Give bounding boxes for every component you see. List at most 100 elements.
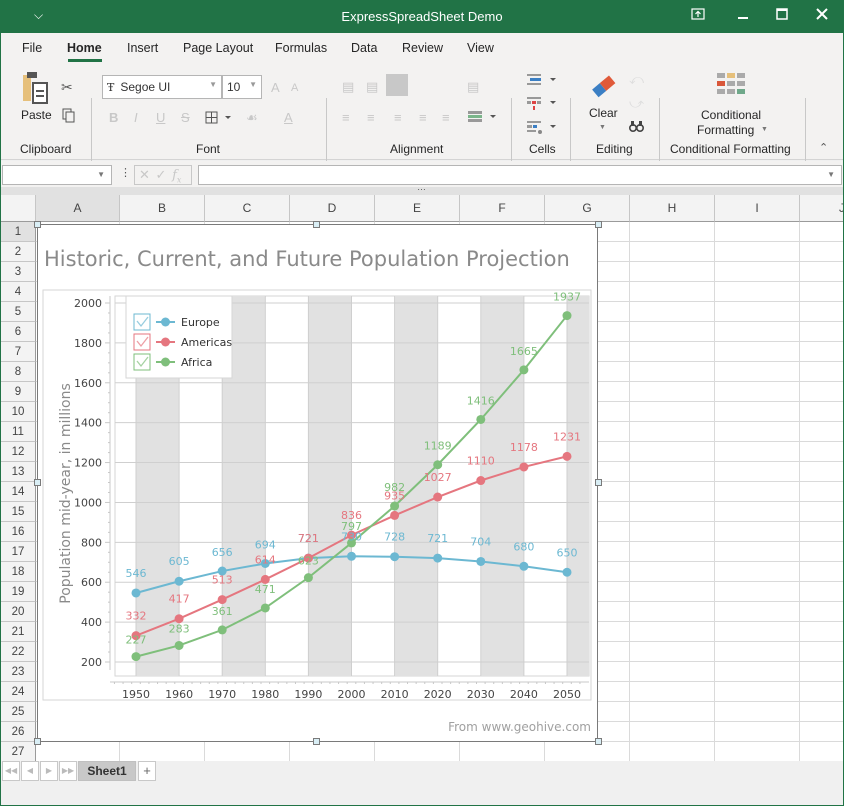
prev-sheet-icon[interactable]: ◀ <box>21 761 39 781</box>
data-point-africa <box>217 625 227 635</box>
row-header-9[interactable]: 9 <box>1 382 36 402</box>
data-label-africa: 797 <box>341 520 362 533</box>
add-sheet-button[interactable]: + <box>138 761 156 781</box>
select-all-corner[interactable] <box>1 195 36 222</box>
row-header-2[interactable]: 2 <box>1 242 36 262</box>
data-label-africa: 623 <box>298 555 319 568</box>
resize-handle-bottom[interactable] <box>313 738 320 745</box>
chevron-down-icon: ▼ <box>249 80 257 89</box>
x-tick-label: 2020 <box>424 688 452 701</box>
row-header-20[interactable]: 20 <box>1 602 36 622</box>
row-header-27[interactable]: 27 <box>1 742 36 761</box>
row-header-13[interactable]: 13 <box>1 462 36 482</box>
data-label-europe: 694 <box>255 538 276 551</box>
row-header-14[interactable]: 14 <box>1 482 36 502</box>
row-header-11[interactable]: 11 <box>1 422 36 442</box>
minimize-icon[interactable] <box>733 6 753 26</box>
resize-handle-top-left[interactable] <box>34 221 41 228</box>
decrease-indent-icon: ≡ <box>419 110 427 125</box>
column-header-d[interactable]: D <box>290 195 375 222</box>
legend-label-americas: Americas <box>181 336 232 349</box>
italic-icon: I <box>134 110 138 125</box>
row-header-26[interactable]: 26 <box>1 722 36 742</box>
format-cells-icon[interactable] <box>527 121 557 140</box>
font-name-combo[interactable]: Ŧ Segoe UI ▼ <box>102 75 222 99</box>
resize-handle-left[interactable] <box>34 479 41 486</box>
data-point-americas <box>476 476 486 486</box>
maximize-icon[interactable] <box>772 6 792 26</box>
last-sheet-icon[interactable]: ▶▶ <box>59 761 77 781</box>
row-header-7[interactable]: 7 <box>1 342 36 362</box>
resize-handle-top[interactable] <box>313 221 320 228</box>
row-header-6[interactable]: 6 <box>1 322 36 342</box>
column-header-g[interactable]: G <box>545 195 630 222</box>
row-header-22[interactable]: 22 <box>1 642 36 662</box>
next-sheet-icon[interactable]: ▶ <box>40 761 58 781</box>
tab-insert[interactable]: Insert <box>127 41 158 55</box>
data-point-europe <box>433 553 443 563</box>
name-box[interactable]: ▼ <box>2 165 112 185</box>
conditional-formatting-label-1: Conditional <box>701 108 762 122</box>
copy-icon[interactable] <box>62 108 75 128</box>
row-header-19[interactable]: 19 <box>1 582 36 602</box>
row-header-17[interactable]: 17 <box>1 542 36 562</box>
tab-formulas[interactable]: Formulas <box>275 41 327 55</box>
merge-cells-icon[interactable] <box>467 110 497 128</box>
plot-band <box>308 296 352 676</box>
tab-home[interactable]: Home <box>67 41 102 55</box>
tab-file[interactable]: File <box>22 41 42 55</box>
formula-splitter[interactable]: … <box>1 182 843 195</box>
resize-handle-bottom-right[interactable] <box>595 738 602 745</box>
x-tick-label: 2000 <box>338 688 366 701</box>
conditional-formatting-button[interactable]: Conditional Formatting ▼ <box>691 71 777 137</box>
row-header-23[interactable]: 23 <box>1 662 36 682</box>
column-header-h[interactable]: H <box>630 195 715 222</box>
row-header-10[interactable]: 10 <box>1 402 36 422</box>
borders-icon[interactable] <box>205 111 231 129</box>
row-header-16[interactable]: 16 <box>1 522 36 542</box>
row-header-15[interactable]: 15 <box>1 502 36 522</box>
close-icon[interactable] <box>812 6 832 26</box>
row-header-8[interactable]: 8 <box>1 362 36 382</box>
row-header-25[interactable]: 25 <box>1 702 36 722</box>
tab-page-layout[interactable]: Page Layout <box>183 41 253 55</box>
sheet-tab-sheet1[interactable]: Sheet1 <box>78 761 136 781</box>
row-header-4[interactable]: 4 <box>1 282 36 302</box>
column-header-f[interactable]: F <box>460 195 545 222</box>
row-header-24[interactable]: 24 <box>1 682 36 702</box>
data-point-africa <box>562 311 572 321</box>
find-icon[interactable] <box>628 119 645 137</box>
clear-button[interactable]: Clear ▼ <box>586 71 620 131</box>
delete-cells-icon[interactable] <box>527 97 557 116</box>
column-header-a[interactable]: A <box>36 195 120 222</box>
row-header-12[interactable]: 12 <box>1 442 36 462</box>
chart[interactable]: Historic, Current, and Future Population… <box>37 224 598 742</box>
tab-view[interactable]: View <box>467 41 494 55</box>
formula-input[interactable]: ▼ <box>198 165 842 185</box>
expand-formula-icon[interactable]: ▼ <box>827 170 835 179</box>
column-header-e[interactable]: E <box>375 195 460 222</box>
resize-handle-right[interactable] <box>595 479 602 486</box>
column-header-b[interactable]: B <box>120 195 205 222</box>
resize-handle-bottom-left[interactable] <box>34 738 41 745</box>
column-header-i[interactable]: I <box>715 195 800 222</box>
paste-button[interactable]: Paste <box>15 71 55 126</box>
restore-ribbon-icon[interactable] <box>688 6 708 26</box>
cut-icon[interactable]: ✂ <box>61 79 73 96</box>
insert-cells-icon[interactable] <box>527 73 557 91</box>
row-header-18[interactable]: 18 <box>1 562 36 582</box>
resize-handle-top-right[interactable] <box>595 221 602 228</box>
font-size-combo[interactable]: 10 ▼ <box>222 75 262 99</box>
column-header-c[interactable]: C <box>205 195 290 222</box>
data-label-africa: 1937 <box>553 291 581 304</box>
formula-bar-grip-icon[interactable]: ⋮ <box>120 166 131 179</box>
collapse-ribbon-icon[interactable]: ⌃ <box>819 141 828 154</box>
column-header-j[interactable]: J <box>800 195 843 222</box>
tab-review[interactable]: Review <box>402 41 443 55</box>
row-header-21[interactable]: 21 <box>1 622 36 642</box>
row-header-1[interactable]: 1 <box>1 222 36 242</box>
tab-data[interactable]: Data <box>351 41 377 55</box>
row-header-5[interactable]: 5 <box>1 302 36 322</box>
first-sheet-icon[interactable]: ◀◀ <box>2 761 20 781</box>
row-header-3[interactable]: 3 <box>1 262 36 282</box>
